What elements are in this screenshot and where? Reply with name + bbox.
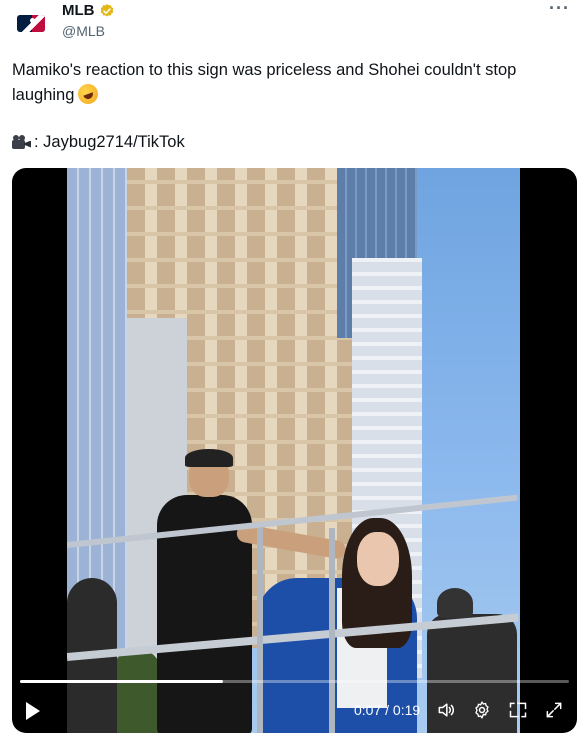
post-text: Mamiko's reaction to this sign was price…: [12, 58, 552, 108]
play-icon[interactable]: [26, 702, 40, 720]
author-avatar[interactable]: [14, 6, 48, 40]
settings-gear-icon[interactable]: [472, 700, 492, 720]
fullscreen-icon[interactable]: [544, 700, 564, 720]
post-text-line-2-wrap: laughing: [12, 81, 552, 108]
video-credit: : Jaybug2714/TikTok: [12, 133, 185, 152]
author-handle[interactable]: @MLB: [62, 23, 105, 39]
video-time: 0:07 / 0:19: [354, 702, 421, 718]
volume-icon[interactable]: [436, 700, 456, 720]
rolling-on-floor-laughing-icon: [75, 81, 102, 107]
more-options-icon[interactable]: ···: [549, 0, 570, 19]
video-player[interactable]: 0:07 / 0:19: [12, 168, 577, 733]
author-name-row: MLB: [62, 2, 115, 19]
mlb-logo: [17, 14, 45, 32]
author-name[interactable]: MLB: [62, 2, 95, 19]
post-text-line-1: Mamiko's reaction to this sign was price…: [12, 61, 517, 79]
picture-in-picture-icon[interactable]: [508, 700, 528, 720]
credit-text: : Jaybug2714/TikTok: [34, 133, 185, 151]
video-camera-icon: [12, 134, 32, 151]
video-frame[interactable]: [67, 168, 520, 733]
verified-badge-icon: [100, 3, 113, 17]
video-progress-bar[interactable]: [20, 680, 569, 683]
post-text-line-2: laughing: [12, 86, 75, 104]
post-header: MLB @MLB ···: [0, 0, 580, 50]
video-controls: 0:07 / 0:19: [12, 688, 577, 733]
video-progress-fill: [20, 680, 224, 683]
